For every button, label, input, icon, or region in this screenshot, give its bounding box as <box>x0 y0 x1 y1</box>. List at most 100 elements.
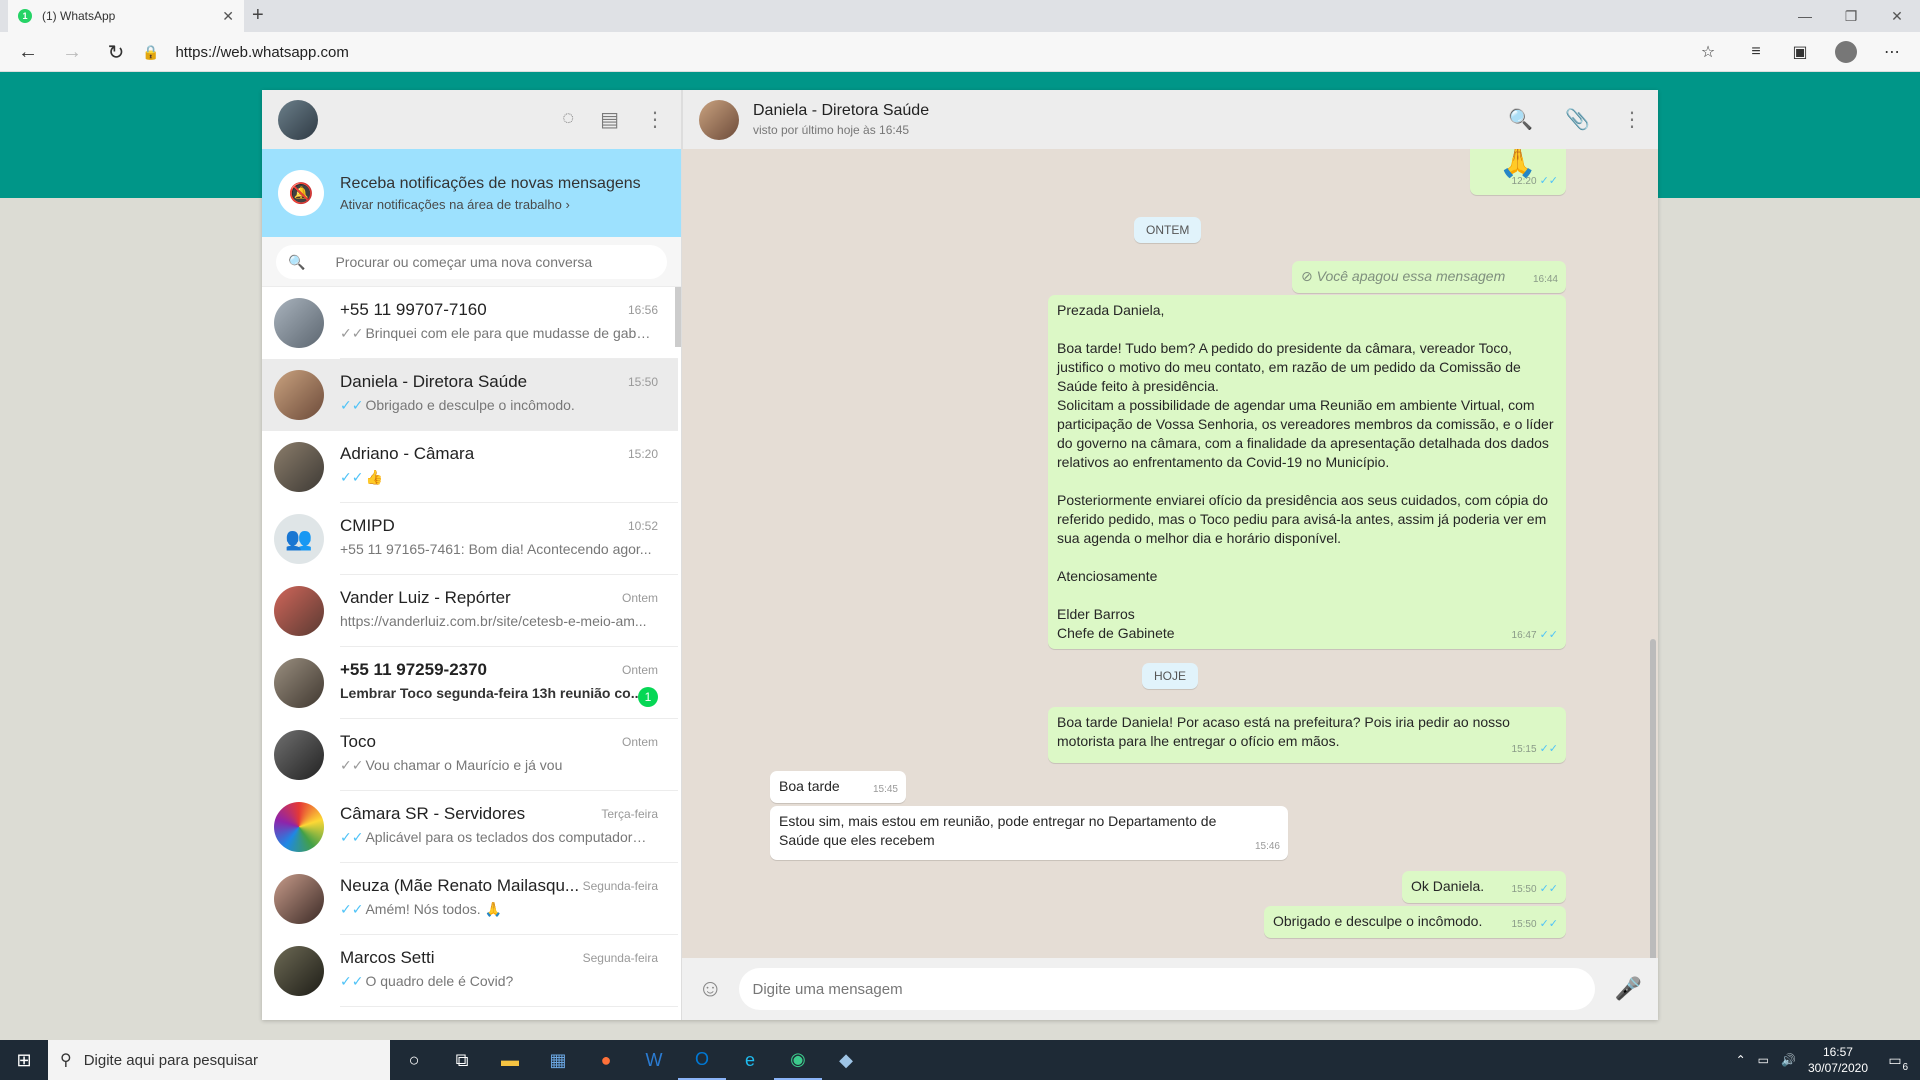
attach-icon[interactable]: 📎 <box>1565 107 1590 132</box>
chat-name: Vander Luiz - Repórter <box>340 588 511 607</box>
chat-name: Neuza (Mãe Renato Mailasqu... <box>340 876 580 895</box>
message-input[interactable] <box>752 980 1581 998</box>
chat-item[interactable]: Daniela - Diretora Saúde 15:50 ✓✓ Obrigad… <box>262 359 678 431</box>
contact-name[interactable]: Daniela - Diretora Saúde <box>753 102 929 120</box>
double-check-icon: ✓✓ <box>1539 629 1558 641</box>
unread-badge: 1 <box>638 687 658 707</box>
clock-date: 30/07/2020 <box>1807 1061 1868 1075</box>
microphone-icon[interactable]: 🎤 <box>1615 976 1642 1002</box>
chat-item[interactable]: 👥 CMIPD 10:52 +55 11 97165-7461: Bom dia… <box>262 503 678 575</box>
profile-icon[interactable] <box>1834 40 1858 64</box>
bell-off-icon: 🔕 <box>278 170 324 216</box>
chat-last-message: Amém! Nós todos. 🙏 <box>365 901 502 917</box>
message-bubble: ⊘ Você apagou essa mensagem 16:44 <box>1292 261 1566 293</box>
minimize-icon[interactable]: — <box>1782 0 1828 32</box>
refresh-icon[interactable]: ↻ <box>104 40 128 64</box>
chat-time: 15:50 <box>627 375 658 389</box>
calculator-icon[interactable]: ▦ <box>534 1040 582 1080</box>
chat-name: CMIPD <box>340 516 395 535</box>
browser-tab[interactable]: 1 (1) WhatsApp ✕ <box>8 0 244 32</box>
avatar[interactable] <box>278 99 318 140</box>
chat-item[interactable]: +55 11 99707-7160 16:56 ✓✓ Brinquei com e… <box>262 287 678 359</box>
date-divider: HOJE <box>1142 663 1199 689</box>
close-window-icon[interactable]: ✕ <box>1874 0 1920 32</box>
notification-banner[interactable]: 🔕 Receba notificações de novas mensagens… <box>262 149 681 237</box>
conversation-panel: Daniela - Diretora Saúde visto por últim… <box>682 90 1658 1020</box>
more-menu-icon[interactable]: ⋯ <box>1880 40 1904 64</box>
favorite-star-icon[interactable]: ☆ <box>1696 40 1720 64</box>
taskbar-search[interactable]: ⚲ Digite aqui para pesquisar <box>48 1040 390 1080</box>
sidebar-scrollbar[interactable] <box>675 287 681 347</box>
new-tab-icon[interactable]: + <box>252 4 264 27</box>
volume-icon[interactable]: 🔊 <box>1781 1053 1796 1067</box>
chat-item[interactable]: Toco Ontem ✓✓ Vou chamar o Maurício e já … <box>262 719 678 791</box>
action-center-icon[interactable]: ▭ 6 <box>1880 1045 1910 1075</box>
conversation-scrollbar[interactable] <box>1650 639 1656 958</box>
double-check-icon: ✓✓ <box>1539 918 1558 930</box>
avatar <box>274 298 324 348</box>
chat-time: Ontem <box>621 663 658 677</box>
chat-item[interactable]: Adriano - Câmara 15:20 ✓✓ 👍 <box>262 431 678 503</box>
new-chat-icon[interactable]: ▤ <box>600 107 619 132</box>
chevron-up-icon[interactable]: ⌃ <box>1736 1053 1746 1067</box>
avatar <box>274 874 324 924</box>
chat-item[interactable]: Câmara SR - Servidores Terça-feira ✓✓ Apl… <box>262 791 678 863</box>
app-icon[interactable]: ◆ <box>822 1040 870 1080</box>
chat-item[interactable]: Vander Luiz - Repórter Ontem https://van… <box>262 575 678 647</box>
chat-last-message: Brinquei com ele para que mudasse de gab… <box>365 325 652 341</box>
chat-item[interactable]: Marcos Setti Segunda-feira ✓✓ O quadro de… <box>262 935 678 1007</box>
collections-icon[interactable]: ▣ <box>1788 40 1812 64</box>
menu-icon[interactable]: ⋮ <box>1622 107 1642 132</box>
double-check-icon: ✓✓ <box>340 901 364 917</box>
word-icon[interactable]: W <box>630 1040 678 1080</box>
status-icon[interactable]: ◌ <box>562 107 574 132</box>
windows-start-icon[interactable]: ⊞ <box>0 1040 48 1080</box>
outlook-icon[interactable]: O <box>678 1040 726 1080</box>
file-explorer-icon[interactable]: ▬ <box>486 1040 534 1080</box>
message-text: Boa tarde Daniela! Por acaso está na pre… <box>1057 714 1510 749</box>
edge-icon[interactable]: ◉ <box>774 1040 822 1080</box>
url-field[interactable]: 🔒 https://web.whatsapp.com <box>142 37 1696 67</box>
avatar <box>274 586 324 636</box>
chat-name: +55 11 97259-2370 <box>340 660 488 679</box>
internet-explorer-icon[interactable]: e <box>726 1040 774 1080</box>
chat-time: 15:20 <box>627 447 658 461</box>
message-time: 15:50 <box>1511 884 1537 895</box>
double-check-icon: ✓✓ <box>340 757 364 773</box>
menu-icon[interactable]: ⋮ <box>645 107 665 132</box>
chat-item[interactable]: Neuza (Mãe Renato Mailasqu... Segunda-fe… <box>262 863 678 935</box>
notification-count: 6 <box>1902 1062 1908 1073</box>
clock[interactable]: 16:57 30/07/2020 <box>1808 1044 1868 1076</box>
search-input[interactable] <box>335 254 655 270</box>
tab-title: (1) WhatsApp <box>42 9 116 23</box>
network-icon[interactable]: ▭ <box>1758 1053 1769 1067</box>
chat-item[interactable]: +55 11 97259-2370 Ontem Lembrar Toco seg… <box>262 647 678 719</box>
firefox-icon[interactable]: ● <box>582 1040 630 1080</box>
forward-icon[interactable]: → <box>60 40 84 64</box>
chat-name: Daniela - Diretora Saúde <box>340 372 528 391</box>
double-check-icon: ✓✓ <box>1539 175 1558 187</box>
chat-last-message: O quadro dele é Covid? <box>365 973 514 989</box>
chat-last-message: https://vanderluiz.com.br/site/cetesb-e-… <box>340 613 647 629</box>
chat-time: Ontem <box>621 735 658 749</box>
search-icon[interactable]: 🔍 <box>1508 107 1533 132</box>
system-tray: ⌃ ▭ 🔊 16:57 30/07/2020 ▭ 6 <box>1736 1044 1920 1076</box>
favorites-list-icon[interactable]: ≡ <box>1744 40 1768 64</box>
restore-icon[interactable]: ❐ <box>1828 0 1874 32</box>
chat-time: Terça-feira <box>601 807 658 821</box>
emoji-icon[interactable]: ☺ <box>698 975 723 1003</box>
back-icon[interactable]: ← <box>16 40 40 64</box>
message-bubble: Estou sim, mais estou em reunião, pode e… <box>770 806 1288 860</box>
close-tab-icon[interactable]: ✕ <box>222 8 234 25</box>
chat-name: Toco <box>340 732 376 751</box>
double-check-icon: ✓✓ <box>340 325 364 341</box>
notification-subtitle[interactable]: Ativar notificações na área de trabalho … <box>340 197 641 212</box>
avatar[interactable] <box>699 99 739 140</box>
message-text: Estou sim, mais estou em reunião, pode e… <box>779 813 1217 848</box>
task-view-icon[interactable]: ⧉ <box>438 1040 486 1080</box>
group-avatar-icon: 👥 <box>274 514 324 564</box>
clock-time: 16:57 <box>1822 1045 1853 1059</box>
message-time: 16:44 <box>1532 274 1558 285</box>
message-time: 15:50 <box>1511 919 1537 930</box>
cortana-icon[interactable]: ○ <box>390 1040 438 1080</box>
